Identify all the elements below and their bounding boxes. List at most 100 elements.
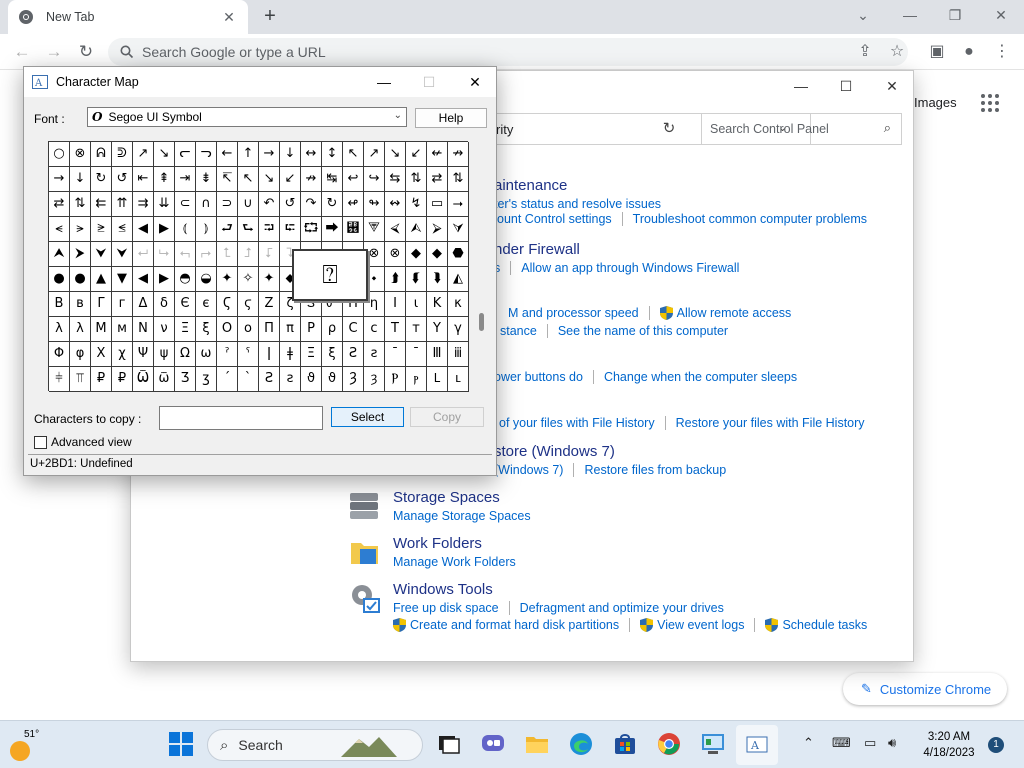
character-cell[interactable]: Ⳑ xyxy=(427,367,448,392)
character-cell[interactable]: ϑ xyxy=(322,367,343,392)
character-cell[interactable]: ◓ xyxy=(175,267,196,292)
bookmark-star-icon[interactable]: ☆ xyxy=(885,40,909,64)
refresh-icon[interactable]: ↻ xyxy=(659,119,679,139)
character-cell[interactable]: ο xyxy=(238,317,259,342)
character-cell[interactable]: ∪ xyxy=(238,192,259,217)
character-cell[interactable]: ω xyxy=(196,342,217,367)
character-cell[interactable]: ↘ xyxy=(259,167,280,192)
character-cell[interactable]: ⇞ xyxy=(154,167,175,192)
character-cell[interactable]: ⮦ xyxy=(259,242,280,267)
character-cell[interactable]: ◀ xyxy=(133,217,154,242)
character-cell[interactable]: ƨ xyxy=(280,367,301,392)
cp-heading-windows-tools[interactable]: Windows Tools xyxy=(393,581,867,598)
character-cell[interactable]: ↻ xyxy=(322,192,343,217)
character-cell[interactable]: ⮕ xyxy=(322,217,343,242)
character-cell[interactable]: ⪭ xyxy=(91,217,112,242)
character-cell[interactable]: Ν xyxy=(133,317,154,342)
windows-start-icon[interactable] xyxy=(168,731,194,757)
chat-icon[interactable] xyxy=(480,731,506,757)
character-cell[interactable]: ⳑ xyxy=(448,367,469,392)
character-cell[interactable]: с xyxy=(364,317,385,342)
character-cell[interactable]: Ƨ xyxy=(343,342,364,367)
character-cell[interactable]: ↫ xyxy=(343,192,364,217)
cm-close-button[interactable]: ✕ xyxy=(458,70,492,94)
character-cell[interactable]: є xyxy=(196,292,217,317)
character-cell[interactable]: ↶ xyxy=(259,192,280,217)
character-cell[interactable]: ⮥ xyxy=(238,242,259,267)
character-cell[interactable]: ▲ xyxy=(91,267,112,292)
cp-search-input[interactable]: Search Control Panel ⌕ xyxy=(701,113,902,145)
character-cell[interactable]: ⮯ xyxy=(427,267,448,292)
character-cell[interactable]: ↚ xyxy=(427,142,448,167)
tab-new-tab[interactable]: New Tab ✕ xyxy=(8,0,248,34)
images-link[interactable]: Images xyxy=(914,95,957,110)
character-cell[interactable]: ↪ xyxy=(364,167,385,192)
character-cell[interactable]: Ⲣ xyxy=(385,367,406,392)
character-cell[interactable]: ⮒ xyxy=(259,217,280,242)
close-tab-icon[interactable]: ✕ xyxy=(220,9,238,26)
character-cell[interactable]: ʒ xyxy=(196,367,217,392)
character-cell[interactable]: ⇄ xyxy=(49,192,70,217)
omnibox[interactable]: Search Google or type a URL xyxy=(108,38,908,66)
character-cell[interactable]: ξ xyxy=(196,317,217,342)
character-cell[interactable]: ↺ xyxy=(112,167,133,192)
character-cell[interactable]: ↷ xyxy=(301,192,322,217)
character-cell[interactable]: ⮐ xyxy=(217,217,238,242)
character-cell[interactable]: ξ xyxy=(322,342,343,367)
character-cell[interactable]: ↘ xyxy=(154,142,175,167)
character-cell[interactable]: ˉ xyxy=(385,342,406,367)
character-cell[interactable]: ◒ xyxy=(196,267,217,292)
character-cell[interactable]: ✧ xyxy=(238,267,259,292)
character-cell[interactable]: С xyxy=(343,317,364,342)
character-cell[interactable]: ○ xyxy=(49,142,70,167)
character-cell[interactable]: Ο xyxy=(217,317,238,342)
chevron-down-icon[interactable]: ⌄ xyxy=(394,110,402,121)
character-cell[interactable]: Υ xyxy=(427,317,448,342)
character-cell[interactable]: Т xyxy=(385,317,406,342)
character-cell[interactable]: ⮤ xyxy=(217,242,238,267)
file-explorer-icon[interactable] xyxy=(524,731,550,757)
character-cell[interactable]: ↘ xyxy=(385,142,406,167)
character-cell[interactable]: Ζ xyxy=(259,292,280,317)
character-cell[interactable]: ∩ xyxy=(196,192,217,217)
character-cell[interactable]: ↩ xyxy=(343,167,364,192)
share-icon[interactable]: ⇪ xyxy=(853,40,877,64)
character-cell[interactable]: ⮖ xyxy=(343,217,364,242)
store-icon[interactable] xyxy=(612,731,638,757)
character-cell[interactable]: ⪫ xyxy=(70,217,91,242)
character-cell[interactable]: ˁ xyxy=(238,342,259,367)
cp-link-event-logs[interactable]: View event logs xyxy=(657,618,744,632)
character-grid[interactable]: ○ ⊗ ᕱ ᕲ ↗ ↘ ᓕ ᓓ ← ↑ → ↓ ↔ ↕ ↖ ↗ ↘ ↙ ↚ ↛ → ↓ ↻ ↺ ⇤ ⇞ ⇥ ⇟ ↸ ↖ ↘ ↙ ↛ ↹ ↩ ↪ ⇆ ⇅ ⇄ ⇅… xyxy=(48,141,469,392)
character-cell[interactable]: κ xyxy=(448,292,469,317)
character-cell[interactable]: ◭ xyxy=(448,267,469,292)
character-cell[interactable]: Ρ xyxy=(301,317,322,342)
characters-to-copy-input[interactable] xyxy=(159,406,323,430)
character-cell[interactable]: ⮑ xyxy=(238,217,259,242)
reload-button[interactable]: ↻ xyxy=(74,40,98,64)
character-cell[interactable]: Κ xyxy=(427,292,448,317)
character-cell[interactable]: ⇥ xyxy=(175,167,196,192)
character-cell[interactable]: Ȝ xyxy=(343,367,364,392)
character-cell[interactable]: ▶ xyxy=(154,267,175,292)
more-menu-icon[interactable]: ⋮ xyxy=(990,40,1014,64)
character-cell[interactable]: ↑ xyxy=(238,142,259,167)
character-cell[interactable]: ⫪ xyxy=(70,367,91,392)
character-cell[interactable]: ⮓ xyxy=(280,217,301,242)
system-clock[interactable]: 3:20 AM 4/18/2023 xyxy=(914,729,984,761)
character-cell[interactable]: ▶ xyxy=(154,217,175,242)
character-cell[interactable]: ⮠ xyxy=(133,242,154,267)
character-cell[interactable]: ⇅ xyxy=(70,192,91,217)
character-cell[interactable]: ⬣ xyxy=(448,242,469,267)
tab-search-chevron-icon[interactable]: ⌄ xyxy=(849,4,877,28)
cp-heading-storage-spaces[interactable]: Storage Spaces xyxy=(393,489,531,506)
character-cell[interactable]: ⊂ xyxy=(175,192,196,217)
character-cell[interactable]: ȝ xyxy=(364,367,385,392)
character-cell[interactable]: ↗ xyxy=(364,142,385,167)
character-cell[interactable]: ǀ xyxy=(259,342,280,367)
cp-link-manage-storage[interactable]: Manage Storage Spaces xyxy=(393,509,531,523)
chrome-taskbar-icon[interactable] xyxy=(656,731,682,757)
cp-link-sleep[interactable]: Change when the computer sleeps xyxy=(604,370,797,384)
character-cell[interactable]: ⮚ xyxy=(427,217,448,242)
character-cell[interactable]: ᓕ xyxy=(175,142,196,167)
character-cell[interactable]: ↸ xyxy=(217,167,238,192)
